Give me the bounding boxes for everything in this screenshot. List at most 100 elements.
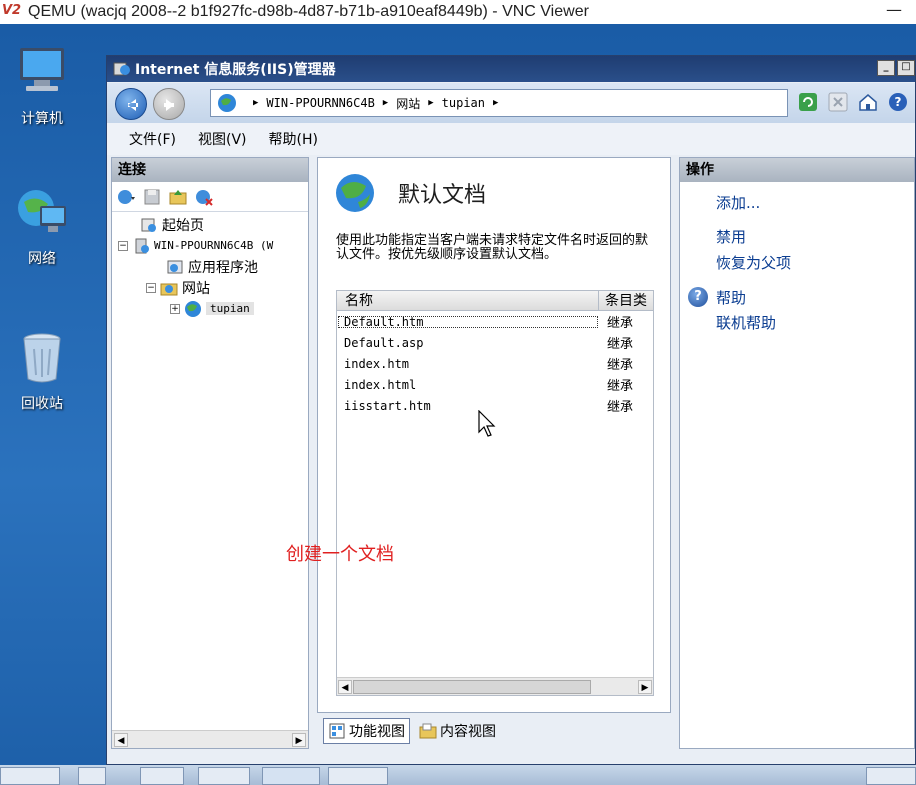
vnc-title-bar: V2 QEMU (wacjq 2008--2 b1f927fc-d98b-4d8… [0, 0, 916, 24]
connections-pane: 连接 起始页 − WIN-PPOURNN6C4B (W 应用程序池 − 网站 +… [111, 157, 309, 749]
expand-toggle-icon[interactable]: + [170, 303, 180, 314]
home-icon[interactable] [857, 91, 879, 113]
tab-features-view[interactable]: 功能视图 [323, 718, 410, 744]
app-pools-icon [167, 260, 183, 273]
row-type: 继承 [607, 400, 634, 415]
breadcrumb-server[interactable]: WIN-PPOURNN6C4B [266, 96, 374, 110]
taskbar-iis-manager-icon[interactable] [262, 767, 320, 785]
window-title-bar: Internet 信息服务(IIS)管理器 _ □ [107, 56, 915, 82]
refresh-icon[interactable] [797, 91, 819, 113]
sites-folder-icon [160, 283, 178, 295]
start-button[interactable] [0, 767, 60, 785]
tree-item-sites[interactable]: − 网站 [116, 277, 308, 298]
row-type: 继承 [607, 358, 634, 373]
scroll-right-icon[interactable]: ▶ [292, 733, 306, 747]
column-header-name[interactable]: 名称 [337, 291, 599, 310]
connections-toolbar [112, 182, 308, 212]
column-header-type[interactable]: 条目类 [599, 291, 647, 310]
taskbar-explorer-icon[interactable] [198, 767, 250, 785]
desktop-icon-label: 计算机 [21, 111, 63, 127]
window-controls: _ □ [877, 60, 915, 76]
row-name: index.htm [344, 356, 410, 371]
breadcrumb-separator[interactable]: ▶ [383, 98, 388, 108]
tree-item-label: 应用程序池 [188, 259, 258, 276]
connections-header: 连接 [112, 158, 308, 182]
desktop-icon-recycle-bin[interactable]: 回收站 [6, 329, 78, 413]
table-row[interactable]: Default.htm 继承 [337, 311, 653, 332]
taskbar-notepad-icon[interactable] [328, 767, 388, 785]
row-name: index.html [344, 377, 417, 392]
breadcrumb-site[interactable]: tupian [442, 96, 485, 110]
tab-content-view[interactable]: 内容视图 [414, 718, 501, 744]
desktop-icon-label: 回收站 [21, 396, 63, 412]
menu-help[interactable]: 帮助(H) [269, 129, 318, 149]
action-help[interactable]: ? 帮助 [680, 284, 914, 310]
table-row[interactable]: Default.asp 继承 [337, 332, 653, 353]
menu-bar: 文件(F) 视图(V) 帮助(H) [107, 123, 915, 155]
action-online-help[interactable]: 联机帮助 [680, 310, 914, 336]
help-icon[interactable]: ? [887, 91, 909, 113]
window-title: Internet 信息服务(IIS)管理器 [135, 62, 336, 78]
default-document-icon [336, 174, 374, 212]
row-type: 继承 [607, 316, 634, 331]
action-disable[interactable]: 禁用 [680, 224, 914, 250]
action-help-label: 帮助 [716, 288, 747, 307]
tree-item-start-page[interactable]: 起始页 [116, 214, 308, 235]
desktop-icon-network[interactable]: 网络 [6, 184, 78, 268]
scroll-left-icon[interactable]: ◀ [114, 733, 128, 747]
save-icon[interactable] [142, 187, 162, 207]
recycle-bin-icon [23, 333, 61, 383]
menu-file[interactable]: 文件(F) [129, 129, 176, 149]
connect-icon[interactable] [116, 187, 136, 207]
row-type: 继承 [607, 337, 634, 352]
tree-item-label: 起始页 [162, 217, 204, 234]
forward-button[interactable] [153, 88, 185, 120]
connections-hscrollbar[interactable]: ◀ ▶ [112, 730, 308, 748]
taskbar-powershell-icon[interactable] [140, 767, 184, 785]
globe-icon [185, 300, 201, 317]
content-view-icon [419, 723, 437, 739]
up-level-icon[interactable] [168, 187, 188, 207]
connections-tree: 起始页 − WIN-PPOURNN6C4B (W 应用程序池 − 网站 + tu… [112, 212, 308, 319]
back-button[interactable] [115, 88, 147, 120]
minimize-button[interactable]: — [886, 0, 902, 19]
menu-view[interactable]: 视图(V) [198, 129, 247, 149]
window-minimize-button[interactable]: _ [877, 60, 895, 76]
scroll-thumb[interactable] [353, 680, 591, 694]
breadcrumb-separator[interactable]: ▶ [253, 98, 258, 108]
iis-manager-window: Internet 信息服务(IIS)管理器 _ □ ▶ WIN-PPOURNN6… [106, 55, 916, 765]
window-maximize-button[interactable]: □ [897, 60, 915, 76]
collapse-toggle-icon[interactable]: − [146, 282, 156, 293]
scroll-right-icon[interactable]: ▶ [638, 680, 652, 694]
tree-item-server[interactable]: − WIN-PPOURNN6C4B (W [116, 235, 308, 256]
address-bar[interactable]: ▶ WIN-PPOURNN6C4B ▶ 网站 ▶ tupian ▶ [210, 89, 788, 117]
svg-text:?: ? [895, 95, 902, 109]
toolbar-icons: ? [797, 91, 909, 113]
breadcrumb-sites[interactable]: 网站 [396, 95, 420, 112]
action-add[interactable]: 添加... [680, 190, 914, 216]
taskbar-server-manager-icon[interactable] [78, 767, 106, 785]
desktop-icon-computer[interactable]: 计算机 [6, 44, 78, 128]
action-revert-to-parent[interactable]: 恢复为父项 [680, 250, 914, 276]
disconnect-icon[interactable] [194, 187, 214, 207]
stop-icon[interactable] [827, 91, 849, 113]
scroll-left-icon[interactable]: ◀ [338, 680, 352, 694]
desktop-icon-label: 网络 [28, 251, 56, 267]
tree-item-label: tupian [206, 302, 254, 315]
breadcrumb-separator[interactable]: ▶ [493, 98, 498, 108]
tab-label: 内容视图 [440, 724, 496, 740]
computer-icon [20, 48, 64, 91]
table-row[interactable]: index.htm 继承 [337, 353, 653, 374]
row-name: Default.htm [337, 315, 599, 329]
tree-item-site-tupian[interactable]: + tupian [116, 298, 308, 319]
taskbar-tray[interactable] [866, 767, 916, 785]
list-hscrollbar[interactable]: ◀ ▶ [337, 677, 653, 695]
default-documents-list: 名称 条目类 Default.htm 继承 Default.asp 继承 ind… [336, 290, 654, 696]
table-row[interactable]: index.html 继承 [337, 374, 653, 395]
breadcrumb-separator[interactable]: ▶ [428, 98, 433, 108]
server-icon [135, 238, 149, 253]
collapse-toggle-icon[interactable]: − [118, 240, 128, 251]
taskbar [0, 765, 916, 785]
tree-item-label: 网站 [182, 280, 210, 297]
tree-item-app-pools[interactable]: 应用程序池 [116, 256, 308, 277]
